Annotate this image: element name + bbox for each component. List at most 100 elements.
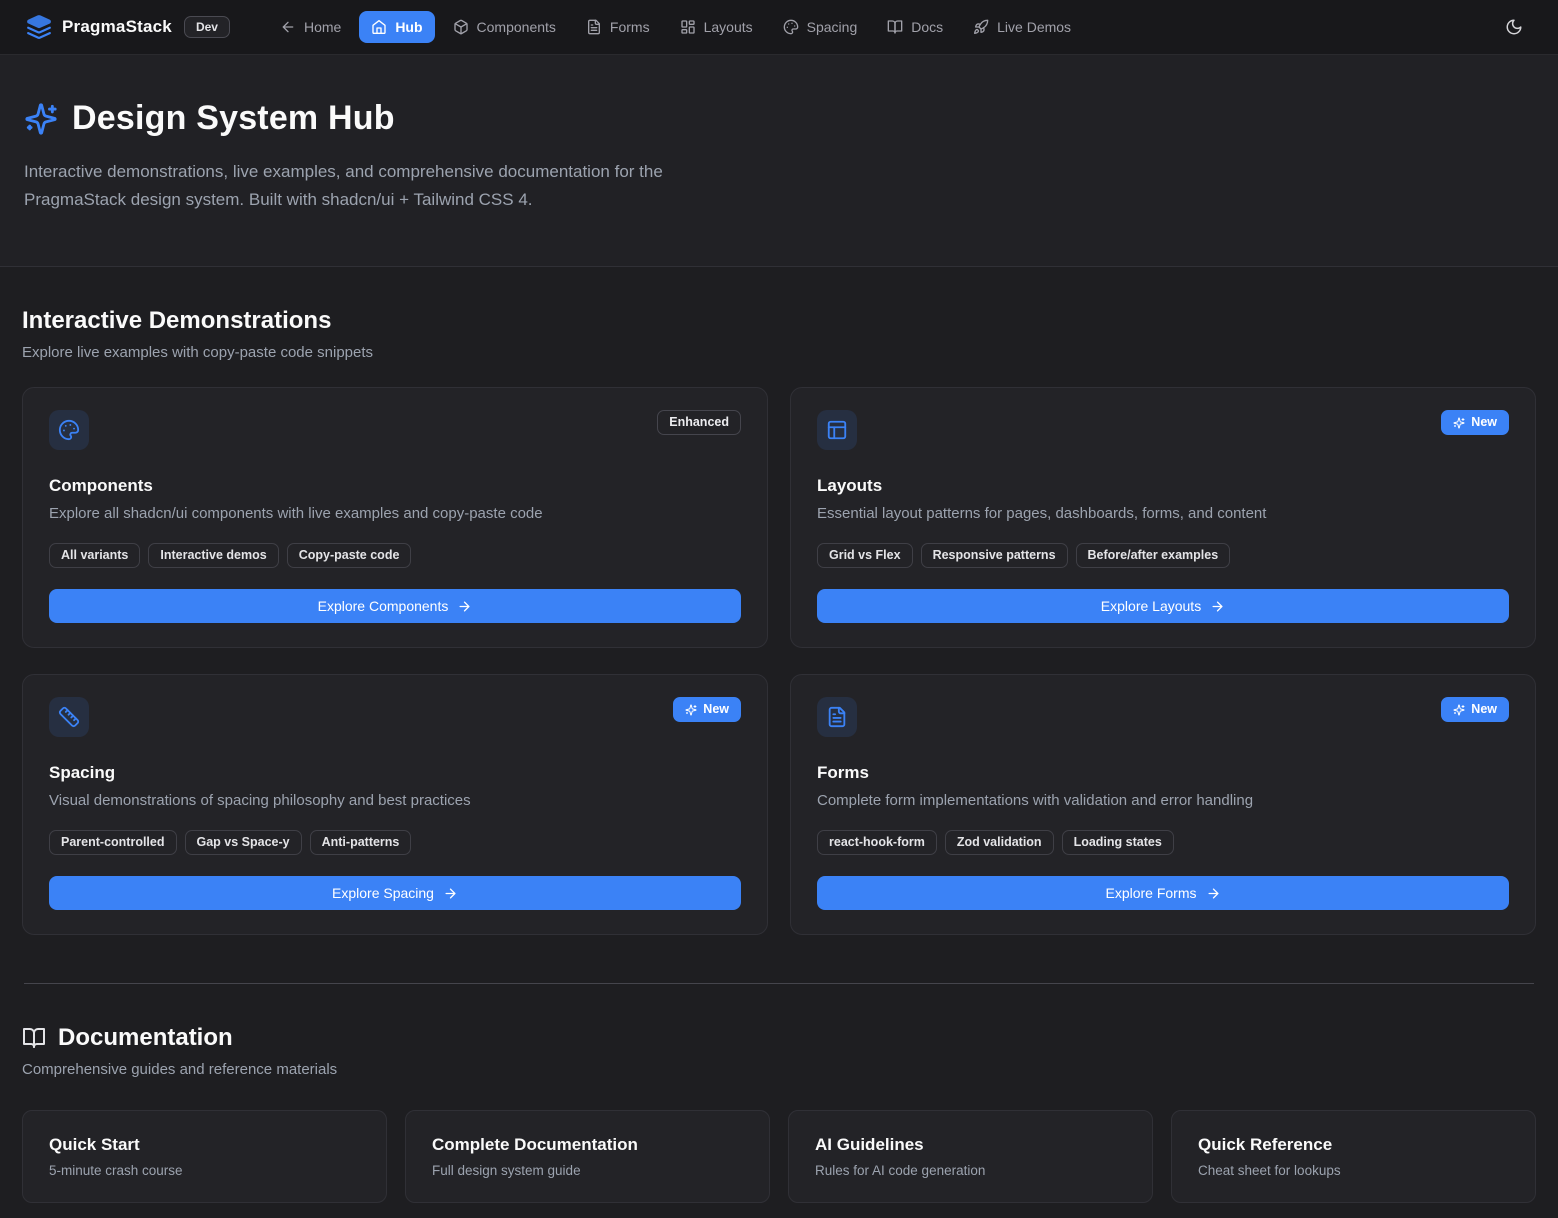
- nav-item-label: Live Demos: [997, 19, 1071, 35]
- sparkles-icon: [1453, 704, 1465, 716]
- explore-forms-button[interactable]: Explore Forms: [817, 876, 1509, 910]
- components-icon-box: [49, 410, 89, 450]
- nav-item-hub[interactable]: Hub: [359, 11, 434, 43]
- new-badge: New: [1441, 410, 1509, 435]
- card-title: Forms: [817, 763, 1509, 783]
- forms-icon-box: [817, 697, 857, 737]
- arrow-right-icon: [443, 886, 458, 901]
- file-text-icon: [586, 19, 602, 35]
- page-title: Design System Hub: [72, 99, 395, 138]
- tag: Anti-patterns: [310, 830, 412, 855]
- nav-item-live-demos[interactable]: Live Demos: [961, 11, 1083, 43]
- tag: Before/after examples: [1076, 543, 1231, 568]
- documentation-heading-label: Documentation: [58, 1024, 233, 1052]
- documentation-subheading: Comprehensive guides and reference mater…: [22, 1061, 1536, 1078]
- sparkles-icon: [1453, 417, 1465, 429]
- arrow-right-icon: [1206, 886, 1221, 901]
- brand-name: PragmaStack: [62, 17, 172, 37]
- tag: All variants: [49, 543, 140, 568]
- badge-label: New: [1471, 415, 1497, 430]
- doc-card-quick-start[interactable]: Quick Start 5-minute crash course: [22, 1110, 387, 1203]
- palette-icon: [783, 19, 799, 35]
- main-content: Interactive Demonstrations Explore live …: [0, 267, 1558, 1203]
- doc-card-grid: Quick Start 5-minute crash course Comple…: [22, 1110, 1536, 1203]
- doc-card-subtitle: Rules for AI code generation: [815, 1163, 1126, 1178]
- sparkles-icon: [685, 704, 697, 716]
- card-description: Visual demonstrations of spacing philoso…: [49, 792, 741, 809]
- doc-card-ai-guidelines[interactable]: AI Guidelines Rules for AI code generati…: [788, 1110, 1153, 1203]
- explore-components-button[interactable]: Explore Components: [49, 589, 741, 623]
- house-icon: [371, 19, 387, 35]
- theme-toggle-button[interactable]: [1496, 9, 1532, 45]
- ruler-icon: [58, 706, 80, 728]
- tag: Interactive demos: [148, 543, 278, 568]
- explore-spacing-button[interactable]: Explore Spacing: [49, 876, 741, 910]
- demos-subheading: Explore live examples with copy-paste co…: [22, 344, 1536, 361]
- button-label: Explore Components: [318, 598, 449, 614]
- doc-card-title: Quick Start: [49, 1135, 360, 1155]
- navbar: PragmaStack Dev Home Hub Components Form…: [0, 0, 1558, 55]
- nav-item-spacing[interactable]: Spacing: [771, 11, 870, 43]
- nav-item-label: Layouts: [704, 19, 753, 35]
- nav-item-label: Docs: [911, 19, 943, 35]
- badge-label: New: [1471, 702, 1497, 717]
- enhanced-badge: Enhanced: [657, 410, 741, 435]
- book-open-icon: [887, 19, 903, 35]
- button-label: Explore Spacing: [332, 885, 434, 901]
- nav-item-docs[interactable]: Docs: [875, 11, 955, 43]
- card-description: Essential layout patterns for pages, das…: [817, 505, 1509, 522]
- tag-row: All variants Interactive demos Copy-past…: [49, 543, 741, 568]
- nav-links: Home Hub Components Forms Layouts Spacin…: [268, 11, 1083, 43]
- nav-item-label: Hub: [395, 19, 422, 35]
- button-label: Explore Forms: [1105, 885, 1196, 901]
- badge-label: Enhanced: [669, 415, 729, 430]
- page-subtitle: Interactive demonstrations, live example…: [24, 158, 769, 214]
- file-text-icon: [826, 706, 848, 728]
- explore-layouts-button[interactable]: Explore Layouts: [817, 589, 1509, 623]
- doc-card-title: Complete Documentation: [432, 1135, 743, 1155]
- tag: Gap vs Space-y: [185, 830, 302, 855]
- demo-card-forms: New Forms Complete form implementations …: [790, 674, 1536, 935]
- new-badge: New: [673, 697, 741, 722]
- doc-card-quick-reference[interactable]: Quick Reference Cheat sheet for lookups: [1171, 1110, 1536, 1203]
- nav-item-label: Home: [304, 19, 341, 35]
- moon-icon: [1505, 18, 1523, 36]
- box-icon: [453, 19, 469, 35]
- nav-item-forms[interactable]: Forms: [574, 11, 662, 43]
- tag: Grid vs Flex: [817, 543, 913, 568]
- nav-item-label: Components: [477, 19, 556, 35]
- button-label: Explore Layouts: [1101, 598, 1201, 614]
- arrow-left-icon: [280, 19, 296, 35]
- demo-card-layouts: New Layouts Essential layout patterns fo…: [790, 387, 1536, 648]
- nav-item-components[interactable]: Components: [441, 11, 568, 43]
- tag: react-hook-form: [817, 830, 937, 855]
- card-title: Spacing: [49, 763, 741, 783]
- doc-card-subtitle: Cheat sheet for lookups: [1198, 1163, 1509, 1178]
- hero-section: Design System Hub Interactive demonstrat…: [0, 55, 1558, 267]
- card-title: Components: [49, 476, 741, 496]
- tag: Loading states: [1062, 830, 1174, 855]
- badge-label: New: [703, 702, 729, 717]
- tag: Copy-paste code: [287, 543, 412, 568]
- tag-row: Parent-controlled Gap vs Space-y Anti-pa…: [49, 830, 741, 855]
- new-badge: New: [1441, 697, 1509, 722]
- arrow-right-icon: [457, 599, 472, 614]
- doc-card-subtitle: 5-minute crash course: [49, 1163, 360, 1178]
- card-title: Layouts: [817, 476, 1509, 496]
- nav-item-label: Forms: [610, 19, 650, 35]
- tag: Parent-controlled: [49, 830, 177, 855]
- rocket-icon: [973, 19, 989, 35]
- arrow-right-icon: [1210, 599, 1225, 614]
- doc-card-complete-documentation[interactable]: Complete Documentation Full design syste…: [405, 1110, 770, 1203]
- card-description: Explore all shadcn/ui components with li…: [49, 505, 741, 522]
- panels-top-left-icon: [826, 419, 848, 441]
- nav-item-layouts[interactable]: Layouts: [668, 11, 765, 43]
- nav-item-home[interactable]: Home: [268, 11, 353, 43]
- demos-heading: Interactive Demonstrations: [22, 307, 1536, 335]
- demo-card-grid: Enhanced Components Explore all shadcn/u…: [22, 387, 1536, 935]
- brand[interactable]: PragmaStack: [26, 14, 172, 40]
- demo-card-spacing: New Spacing Visual demonstrations of spa…: [22, 674, 768, 935]
- tag-row: Grid vs Flex Responsive patterns Before/…: [817, 543, 1509, 568]
- env-badge: Dev: [184, 16, 230, 38]
- layers-logo-icon: [26, 14, 52, 40]
